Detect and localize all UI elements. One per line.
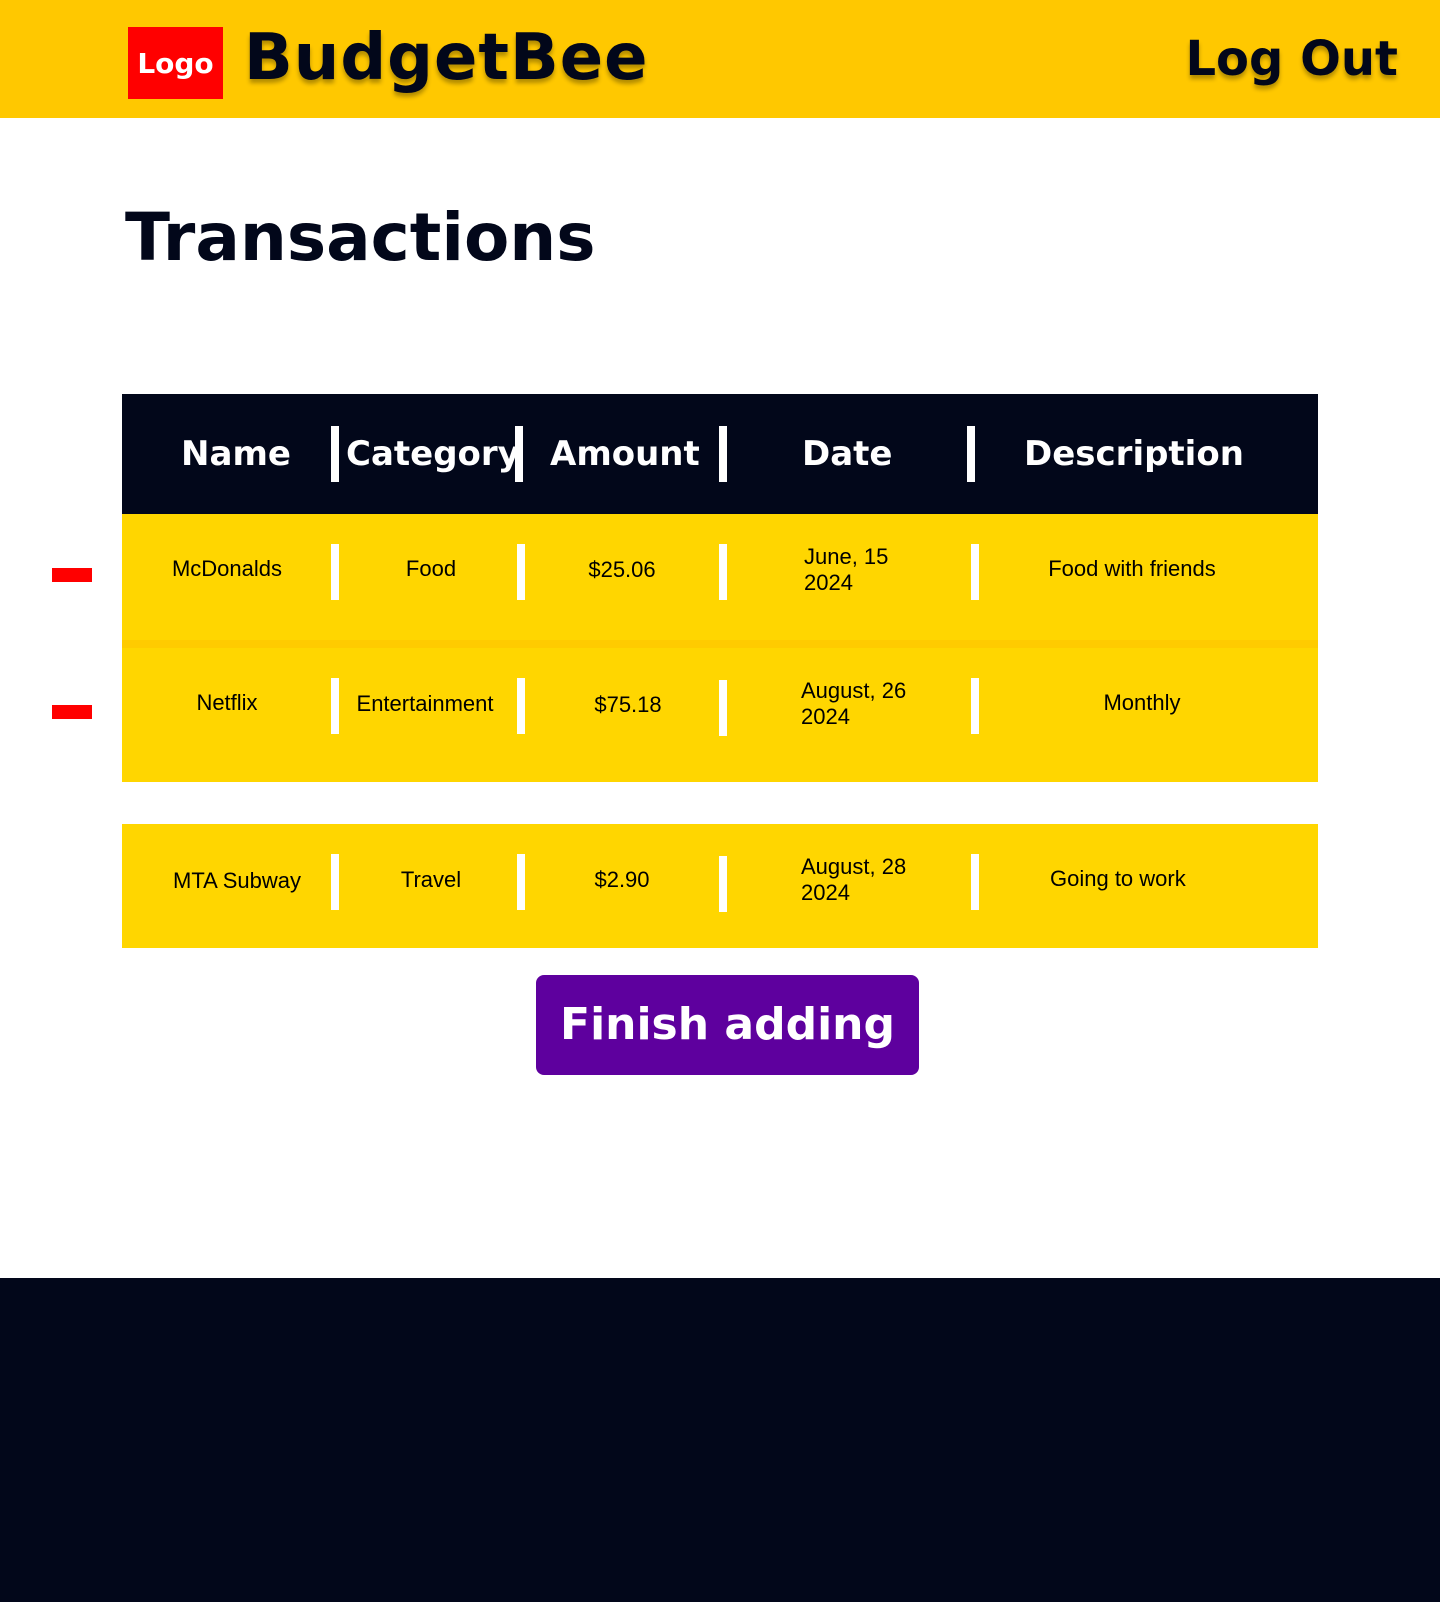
column-divider: [971, 854, 979, 910]
remove-row-button[interactable]: [52, 705, 92, 719]
cell-category: Travel: [400, 867, 462, 892]
cell-date-line2: 2024: [804, 570, 853, 595]
cell-name: McDonalds: [171, 556, 283, 581]
row-divider: [122, 640, 1318, 648]
cell-description: Going to work: [1050, 866, 1186, 891]
cell-category: Entertainment: [356, 691, 494, 716]
column-divider: [719, 544, 727, 600]
column-header-category: Category: [346, 434, 520, 474]
cell-amount: $25.06: [588, 557, 656, 582]
column-divider: [967, 426, 975, 482]
cell-date-line1: August, 28: [801, 854, 907, 879]
column-divider: [971, 544, 979, 600]
column-header-name: Name: [181, 434, 291, 474]
table-row[interactable]: MTA Subway Travel $2.90 August, 28 2024 …: [122, 824, 1318, 948]
cell-date-line2: 2024: [801, 880, 850, 905]
column-header-amount: Amount: [550, 434, 700, 474]
log-out-button[interactable]: Log Out: [1185, 24, 1398, 94]
column-header-description: Description: [1024, 434, 1244, 474]
brand-name: BudgetBee: [244, 21, 649, 95]
cell-amount: $75.18: [594, 692, 662, 717]
column-divider: [517, 854, 525, 910]
cell-amount: $2.90: [594, 867, 650, 892]
column-divider: [331, 426, 339, 482]
column-divider: [971, 678, 979, 734]
cell-description: Monthly: [1103, 690, 1181, 715]
column-divider: [517, 678, 525, 734]
table-row[interactable]: McDonalds Food $25.06 June, 15 2024 Food…: [122, 514, 1318, 640]
column-divider: [515, 426, 523, 482]
cell-category: Food: [405, 556, 457, 581]
cell-name: MTA Subway: [173, 868, 301, 893]
logo[interactable]: Logo: [128, 27, 223, 99]
finish-adding-button[interactable]: Finish adding: [536, 975, 919, 1075]
column-divider: [719, 856, 727, 912]
page-title: Transactions: [125, 199, 596, 276]
cell-date-line1: June, 15: [804, 544, 889, 569]
column-divider: [517, 544, 525, 600]
column-divider: [331, 678, 339, 734]
top-header: Logo BudgetBee Log Out: [0, 0, 1440, 118]
table-header: Name Category Amount Date Description: [122, 394, 1318, 514]
cell-name: Netflix: [196, 690, 258, 715]
footer: [0, 1278, 1440, 1602]
table-row[interactable]: Netflix Entertainment $75.18 August, 26 …: [122, 648, 1318, 782]
cell-description: Food with friends: [1048, 556, 1216, 581]
column-divider: [719, 426, 727, 482]
remove-row-button[interactable]: [52, 568, 92, 582]
column-divider: [331, 544, 339, 600]
cell-date-line1: August, 26: [801, 678, 907, 703]
cell-date-line2: 2024: [801, 704, 850, 729]
column-header-date: Date: [802, 434, 893, 474]
column-divider: [719, 680, 727, 736]
column-divider: [331, 854, 339, 910]
